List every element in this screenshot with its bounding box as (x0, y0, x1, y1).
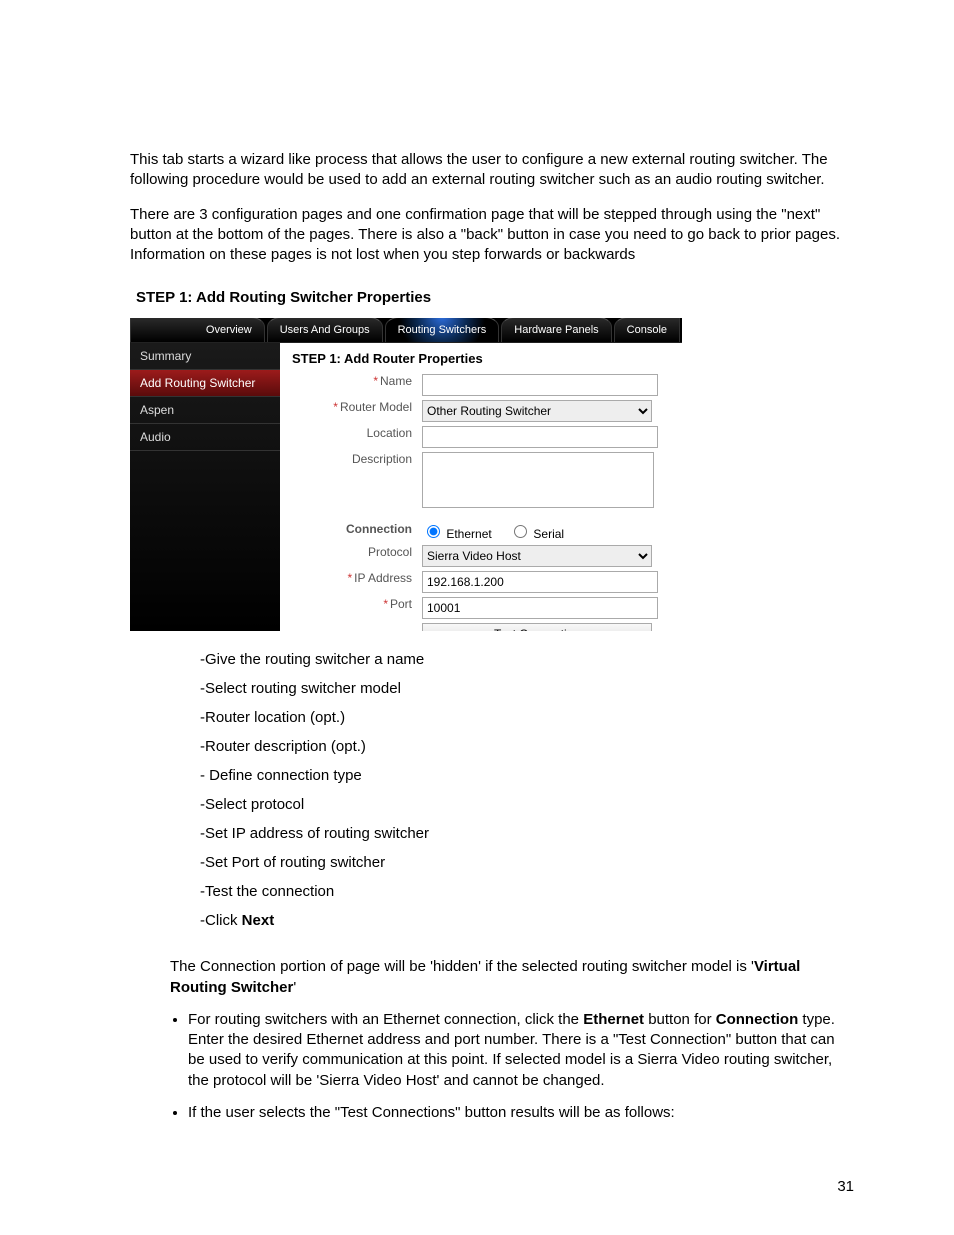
instruction-item: -Set IP address of routing switcher (200, 825, 854, 842)
tab-users-and-groups[interactable]: Users And Groups (267, 318, 383, 342)
ip-input[interactable] (422, 571, 658, 593)
instruction-item: -Give the routing switcher a name (200, 651, 854, 668)
instruction-item: -Select protocol (200, 796, 854, 813)
radio-label: Ethernet (446, 527, 491, 541)
radio-label: Serial (533, 527, 564, 541)
label-location: Location (367, 426, 412, 440)
tab-label: Users And Groups (280, 324, 370, 336)
label-router-model: Router Model (340, 400, 412, 414)
label-protocol: Protocol (368, 545, 412, 559)
instruction-list: -Give the routing switcher a name -Selec… (200, 651, 854, 929)
radio-ethernet[interactable]: Ethernet (422, 527, 492, 541)
instruction-item: -Select routing switcher model (200, 680, 854, 697)
note-bullet-2: If the user selects the "Test Connection… (188, 1103, 854, 1123)
name-input[interactable] (422, 374, 658, 396)
sidebar-item-add-routing-switcher[interactable]: Add Routing Switcher (130, 370, 280, 397)
button-label: Test Connection (494, 627, 580, 631)
test-connection-button[interactable]: Test Connection (422, 623, 652, 631)
tab-label: Hardware Panels (514, 324, 598, 336)
sidebar-item-label: Aspen (140, 403, 174, 417)
tab-label: Overview (206, 324, 252, 336)
label-name: Name (380, 374, 412, 388)
tab-label: Console (627, 324, 667, 336)
sidebar-item-label: Summary (140, 349, 191, 363)
instruction-item: -Test the connection (200, 883, 854, 900)
tab-routing-switchers[interactable]: Routing Switchers (385, 318, 500, 342)
instruction-item-click-next: -Click Next (200, 912, 854, 929)
sidebar-item-aspen[interactable]: Aspen (130, 397, 280, 424)
tab-bar: Overview Users And Groups Routing Switch… (130, 318, 682, 343)
ui-screenshot: Overview Users And Groups Routing Switch… (130, 318, 682, 631)
sidebar-item-summary[interactable]: Summary (130, 343, 280, 370)
instruction-item: -Router description (opt.) (200, 738, 854, 755)
intro-paragraph-1: This tab starts a wizard like process th… (130, 150, 854, 191)
note-hidden: The Connection portion of page will be '… (170, 957, 854, 998)
label-connection: Connection (292, 522, 422, 536)
notes-block: The Connection portion of page will be '… (170, 957, 854, 1123)
tab-console[interactable]: Console (614, 318, 680, 342)
router-model-select[interactable]: Other Routing Switcher (422, 400, 652, 422)
form-title: STEP 1: Add Router Properties (292, 351, 670, 366)
instruction-item: -Set Port of routing switcher (200, 854, 854, 871)
tab-overview[interactable]: Overview (130, 318, 265, 342)
location-input[interactable] (422, 426, 658, 448)
label-description: Description (352, 452, 412, 466)
tab-label: Routing Switchers (398, 324, 487, 336)
description-textarea[interactable] (422, 452, 654, 508)
sidebar-item-label: Add Routing Switcher (140, 376, 255, 390)
instruction-item: -Router location (opt.) (200, 709, 854, 726)
page-number: 31 (837, 1178, 854, 1195)
form-area: STEP 1: Add Router Properties *Name *Rou… (280, 343, 682, 631)
label-port: Port (390, 597, 412, 611)
port-input[interactable] (422, 597, 658, 619)
instruction-item: - Define connection type (200, 767, 854, 784)
radio-serial[interactable]: Serial (509, 527, 564, 541)
note-bullet-1: For routing switchers with an Ethernet c… (188, 1010, 854, 1091)
sidebar-item-label: Audio (140, 430, 171, 444)
step-heading: STEP 1: Add Routing Switcher Properties (136, 289, 854, 306)
sidebar: Summary Add Routing Switcher Aspen Audio (130, 343, 280, 631)
label-ip: IP Address (354, 571, 412, 585)
tab-hardware-panels[interactable]: Hardware Panels (501, 318, 611, 342)
intro-paragraph-2: There are 3 configuration pages and one … (130, 205, 854, 266)
protocol-select[interactable]: Sierra Video Host (422, 545, 652, 567)
sidebar-item-audio[interactable]: Audio (130, 424, 280, 451)
